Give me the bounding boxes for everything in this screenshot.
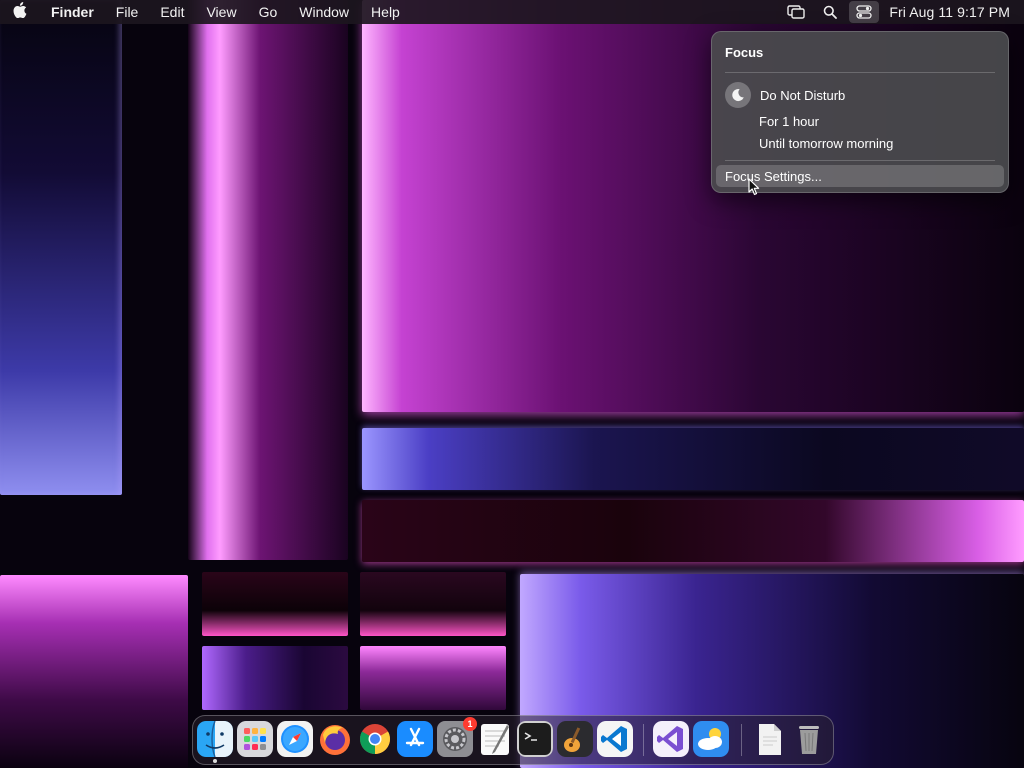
do-not-disturb-label: Do Not Disturb [760,87,846,103]
menu-bar: Finder File Edit View Go Window Help Fri… [0,0,1024,24]
focus-settings-label: Focus Settings... [725,168,822,184]
option-for-1-hour[interactable]: For 1 hour [759,114,819,129]
menu-help[interactable]: Help [360,0,411,24]
menu-separator [725,72,995,73]
wallpaper-panel [0,575,188,768]
focus-menu-title: Focus [725,45,764,60]
wallpaper-panel [360,646,506,710]
launchpad-icon[interactable] [237,721,273,757]
menu-separator [725,160,995,161]
wallpaper-panel [202,572,348,636]
document-icon[interactable] [751,721,787,757]
option-until-tomorrow-morning[interactable]: Until tomorrow morning [759,136,893,151]
wallpaper-panel [188,0,348,560]
wallpaper-panel [0,0,122,495]
trash-icon[interactable] [791,721,827,757]
focus-menu: Focus Do Not Disturb For 1 hour Until to… [711,31,1009,193]
menu-view[interactable]: View [195,0,247,24]
menu-file[interactable]: File [105,0,150,24]
system-settings-icon[interactable]: 1 [437,717,477,757]
do-not-disturb-toggle[interactable]: Do Not Disturb [725,82,845,108]
search-icon[interactable] [815,1,845,23]
visual-studio-icon[interactable] [653,721,689,757]
safari-icon[interactable] [277,721,313,757]
vscode-icon[interactable] [597,721,633,757]
instruments-icon[interactable] [557,721,593,757]
weather-icon[interactable] [693,721,729,757]
app-store-icon[interactable] [397,721,433,757]
chrome-icon[interactable] [357,721,393,757]
terminal-icon[interactable] [517,721,553,757]
dock: 1 [192,715,834,765]
textedit-icon[interactable] [477,721,513,757]
running-indicator [213,759,217,763]
wallpaper-panel [362,500,1024,562]
menu-bar-clock[interactable]: Fri Aug 11 9:17 PM [889,4,1010,20]
menu-app-name[interactable]: Finder [40,0,105,24]
dock-separator [741,724,742,756]
wallpaper-panel [202,646,348,710]
menu-go[interactable]: Go [248,0,289,24]
firefox-icon[interactable] [317,721,353,757]
mouse-pointer-icon [748,178,760,201]
dock-separator [643,724,644,756]
menu-window[interactable]: Window [288,0,360,24]
menu-edit[interactable]: Edit [149,0,195,24]
control-center-icon[interactable] [849,1,880,23]
screen-mirroring-icon[interactable] [781,1,811,23]
wallpaper-panel [362,428,1024,490]
wallpaper-panel [360,572,506,636]
finder-icon[interactable] [197,721,233,757]
apple-menu-icon[interactable] [0,1,40,23]
notification-badge: 1 [463,717,477,731]
moon-icon [725,82,751,108]
